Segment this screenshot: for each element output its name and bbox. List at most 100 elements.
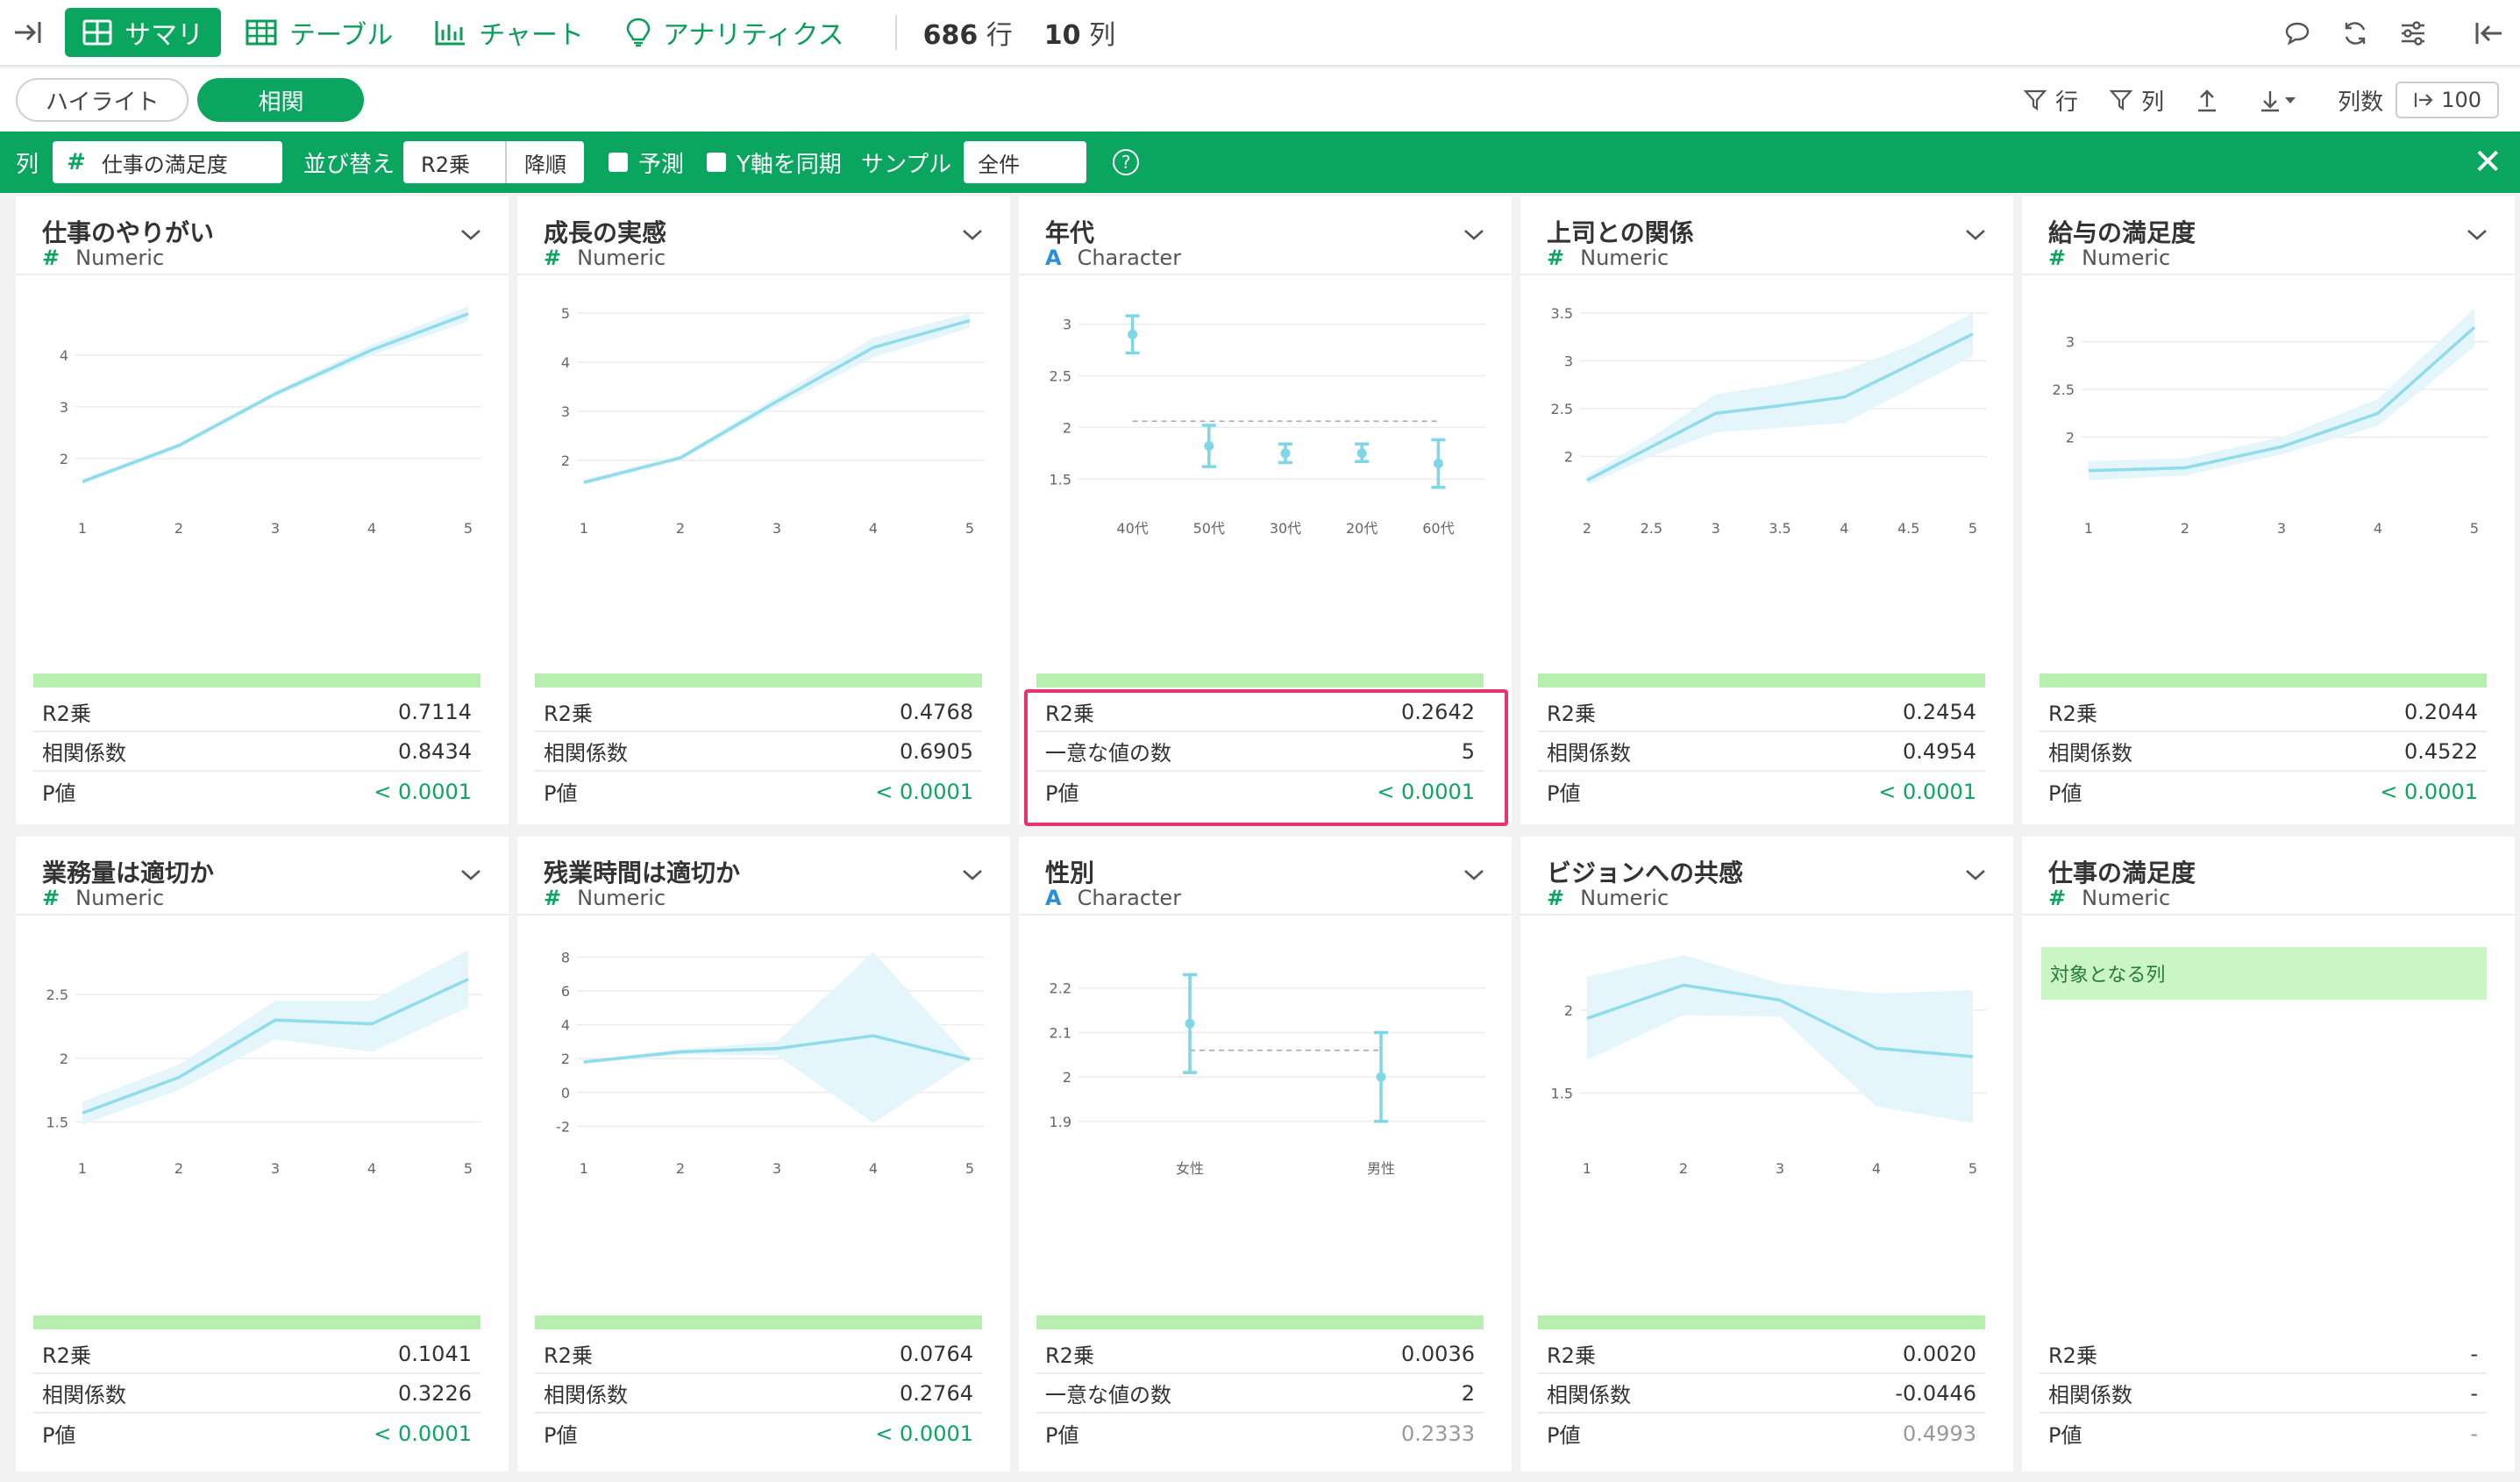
- chevron-down-icon[interactable]: [459, 228, 482, 242]
- comment-icon[interactable]: [2273, 9, 2322, 58]
- card-header: ビジョンへの共感 # Numeric: [1520, 837, 2013, 916]
- stat-label: P値: [544, 1423, 578, 1448]
- y-tick-label: 2: [1564, 448, 1573, 465]
- y-tick-label: 3.5: [1551, 305, 1573, 322]
- stat-row: P値 < 0.0001: [535, 772, 982, 811]
- x-tick-label: 1: [580, 1160, 588, 1177]
- collapse-panel-icon[interactable]: [2464, 9, 2513, 58]
- x-tick-label: 1: [580, 520, 588, 537]
- sort-control: R2乗 降順: [403, 141, 585, 183]
- character-type-icon: A: [1045, 886, 1062, 910]
- y-tick-label: 2.5: [46, 987, 68, 1003]
- chart-errorbar: 1.5 2 2.5 3 40代 50代 30代 20代 60代: [1050, 314, 1485, 537]
- stat-row: R2乗 0.0036: [1036, 1335, 1484, 1374]
- x-tick-label: 30代: [1270, 520, 1301, 537]
- stat-label: 相関係数: [544, 741, 628, 766]
- tab-summary[interactable]: サマリ: [65, 8, 221, 57]
- card-title: 残業時間は適切か: [544, 859, 741, 887]
- expand-panel-icon[interactable]: [4, 8, 53, 57]
- chevron-down-icon[interactable]: [961, 868, 984, 882]
- character-type-icon: A: [1045, 246, 1062, 270]
- column-count-input[interactable]: 100: [2395, 82, 2499, 118]
- chart-line: 1.5 2 2.5 1 2 3 4 5: [46, 950, 482, 1177]
- card-type: # Numeric: [42, 886, 165, 910]
- stats-table: R2乗 0.4768 相関係数 0.6905 P値 < 0.0001: [535, 693, 982, 811]
- confidence-band: [82, 950, 468, 1125]
- numeric-type-icon: #: [1547, 886, 1565, 910]
- stat-row: 相関係数 0.2764: [535, 1374, 982, 1414]
- x-tick-label: 男性: [1367, 1160, 1395, 1177]
- stat-value: 2: [1461, 1380, 1475, 1406]
- stats-table: R2乗 0.0020 相関係数 -0.0446 P値 0.4993: [1538, 1335, 1985, 1453]
- stat-label: P値: [544, 781, 578, 806]
- column-card: 性別 A Character R2乗 0.0036 一意な値の数 2 P値 0.2…: [1019, 837, 1512, 1471]
- y-tick-label: 4: [60, 347, 68, 364]
- card-divider-strip: [1538, 673, 1985, 688]
- chevron-down-icon[interactable]: [1964, 228, 1987, 242]
- predict-checkbox[interactable]: 予測: [609, 146, 684, 179]
- numeric-type-icon: #: [42, 886, 61, 910]
- target-column-select[interactable]: # 仕事の満足度: [53, 141, 283, 183]
- card-divider-strip: [1538, 1315, 1985, 1329]
- help-icon[interactable]: ?: [1113, 149, 1140, 175]
- tab-table[interactable]: テーブル: [228, 8, 410, 57]
- column-filter-button[interactable]: 列: [2110, 84, 2164, 117]
- refresh-icon[interactable]: [2331, 9, 2380, 58]
- y-tick-label: 2.5: [1050, 367, 1071, 384]
- sync-y-axis-checkbox[interactable]: Y軸を同期: [707, 146, 842, 179]
- stat-label: R2乗: [1547, 702, 1596, 726]
- sort-descending-dropdown[interactable]: [2259, 88, 2306, 112]
- x-tick-label: 5: [965, 1160, 974, 1177]
- x-tick-label: 女性: [1176, 1160, 1204, 1177]
- chevron-down-icon[interactable]: [1463, 228, 1485, 242]
- stat-label: P値: [2048, 1423, 2082, 1448]
- row-filter-button[interactable]: 行: [2024, 84, 2078, 117]
- x-tick-label: 2.5: [1641, 520, 1662, 537]
- x-tick-label: 4: [869, 1160, 878, 1177]
- sort-order-select[interactable]: 降順: [505, 141, 584, 183]
- stat-label: R2乗: [42, 1343, 91, 1368]
- row-count: 686 行: [922, 20, 1013, 51]
- tab-analytics[interactable]: アナリティクス: [609, 8, 862, 57]
- chevron-down-icon[interactable]: [961, 228, 984, 242]
- correlation-button[interactable]: 相関: [197, 78, 365, 122]
- stat-label: 相関係数: [2048, 1383, 2132, 1407]
- highlight-button[interactable]: ハイライト: [16, 78, 189, 122]
- x-tick-label: 3: [271, 520, 280, 537]
- card-title: 年代: [1045, 218, 1095, 247]
- card-type: # Numeric: [1547, 886, 1669, 910]
- numeric-hash-icon: #: [67, 149, 86, 175]
- confidence-band: [1587, 955, 1973, 1123]
- chevron-down-icon[interactable]: [459, 868, 482, 882]
- y-tick-label: 3: [1564, 353, 1573, 369]
- numeric-type-icon: #: [2048, 246, 2067, 270]
- x-tick-label: 60代: [1422, 520, 1454, 537]
- sample-select[interactable]: 全件: [964, 141, 1087, 183]
- chevron-down-icon[interactable]: [1964, 868, 1987, 882]
- stat-value: 0.4993: [1903, 1421, 1976, 1446]
- chevron-down-icon[interactable]: [2466, 228, 2488, 242]
- sort-by-select[interactable]: R2乗: [403, 141, 505, 183]
- stat-value: < 0.0001: [1878, 779, 1976, 804]
- chevron-down-icon[interactable]: [1463, 868, 1485, 882]
- sort-ascending-icon[interactable]: [2196, 88, 2227, 112]
- card-type: # Numeric: [2048, 886, 2171, 910]
- x-tick-label: 2: [1583, 520, 1591, 537]
- settings-sliders-icon[interactable]: [2388, 9, 2438, 58]
- x-tick-label: 2: [174, 1160, 183, 1177]
- card-divider-strip: [2039, 673, 2487, 688]
- card-title: ビジョンへの共感: [1547, 859, 1744, 887]
- close-icon[interactable]: ✕: [2473, 142, 2502, 182]
- chart-line: 1.5 2 1 2 3 4 5: [1551, 955, 1987, 1177]
- sort-label: 並び替え: [303, 151, 395, 178]
- stat-row: 一意な値の数 2: [1036, 1374, 1484, 1414]
- stat-label: P値: [42, 781, 76, 806]
- column-card: 上司との関係 # Numeric R2乗 0.2454 相関係数 0.4954 P…: [1520, 196, 2013, 824]
- stat-row: 相関係数 0.8434: [33, 732, 481, 772]
- chart-errorbar: 1.9 2 2.1 2.2 女性 男性: [1050, 973, 1485, 1177]
- stat-row: P値 0.2333: [1036, 1414, 1484, 1453]
- toolbar-divider: [894, 15, 897, 50]
- tab-chart[interactable]: チャート: [417, 8, 602, 57]
- x-tick-label: 4.5: [1897, 520, 1919, 537]
- confidence-band: [1587, 312, 1973, 486]
